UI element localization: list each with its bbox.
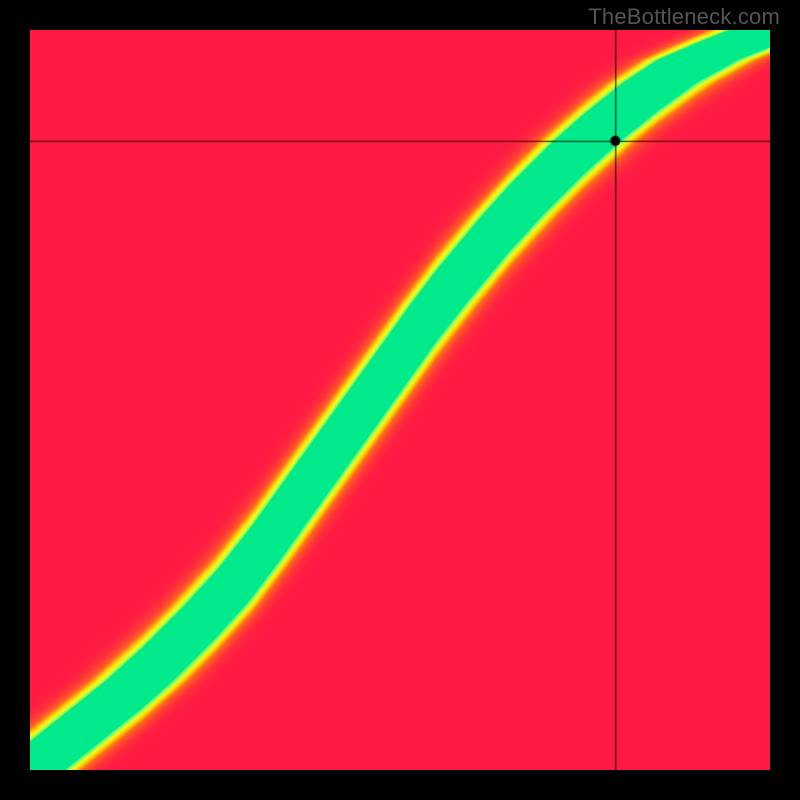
watermark-text: TheBottleneck.com xyxy=(588,4,780,30)
crosshair-overlay xyxy=(30,30,770,770)
chart-container: TheBottleneck.com xyxy=(0,0,800,800)
